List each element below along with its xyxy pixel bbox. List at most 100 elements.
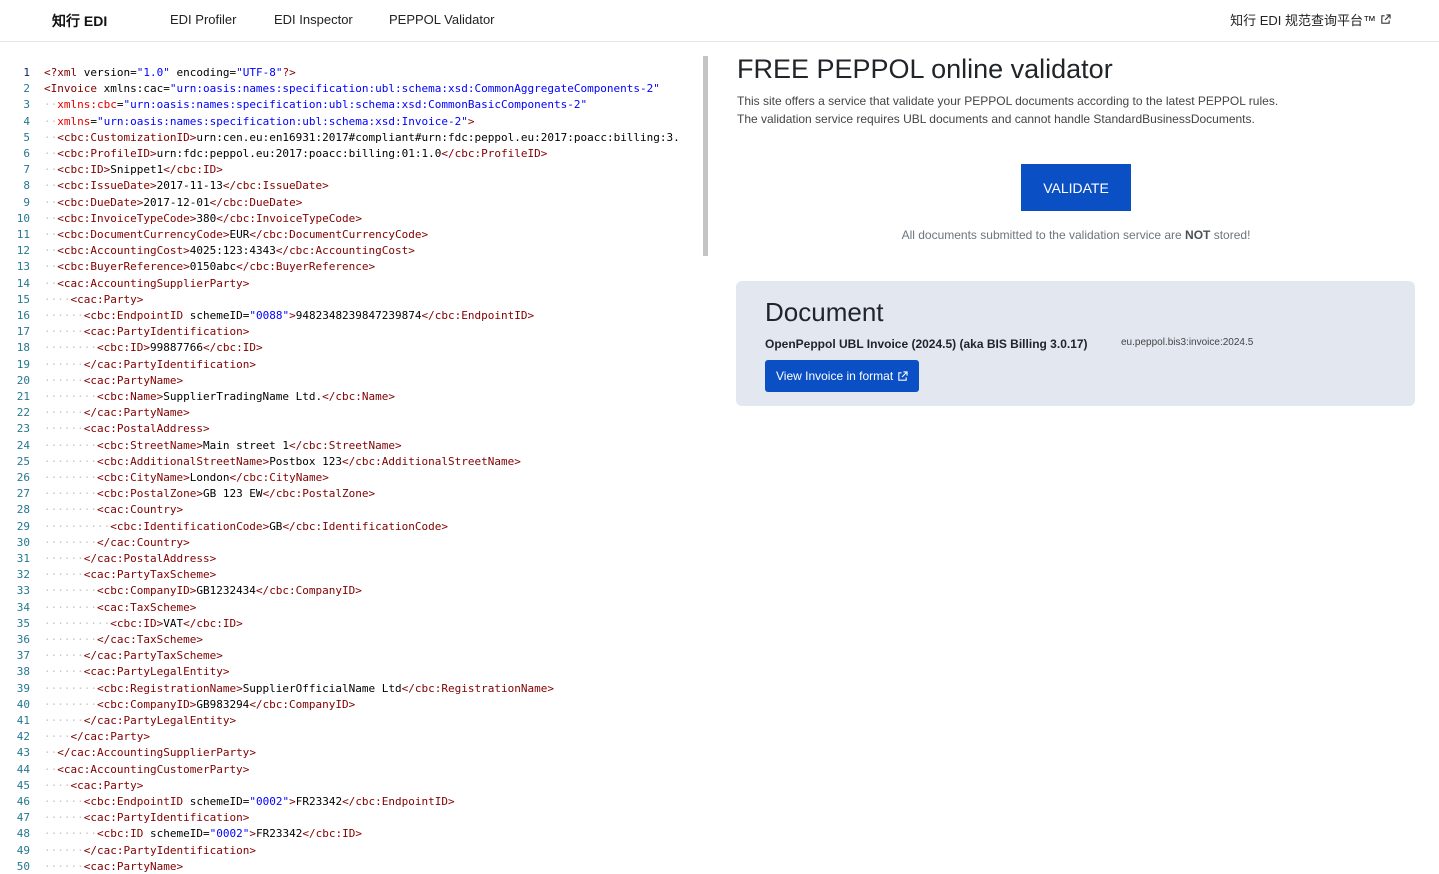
code-text: ··<cac:AccountingSupplierParty>: [44, 276, 250, 290]
notice-text-bold: NOT: [1185, 228, 1211, 242]
editor-scrollbar[interactable]: [703, 56, 708, 256]
code-line[interactable]: 48 ········<cbc:ID schemeID="0002">FR2334…: [0, 826, 708, 842]
top-navbar: 知行 EDI EDI Profiler EDI Inspector PEPPOL…: [0, 0, 1439, 42]
validate-button[interactable]: VALIDATE: [1021, 164, 1131, 211]
code-text: ··<cbc:DocumentCurrencyCode>EUR</cbc:Doc…: [44, 228, 429, 241]
code-line[interactable]: 30 ········</cac:Country>: [0, 535, 708, 551]
document-heading: Document: [765, 297, 884, 327]
code-line[interactable]: 2 <Invoice xmlns:cac="urn:oasis:names:spe…: [0, 81, 708, 97]
code-line[interactable]: 24 ········<cbc:StreetName>Main street 1<…: [0, 438, 708, 454]
code-line[interactable]: 45 ····<cac:Party>: [0, 778, 708, 794]
line-number: 30: [16, 535, 30, 549]
code-line[interactable]: 37 ······</cac:PartyTaxScheme>: [0, 648, 708, 664]
code-text: ······<cbc:EndpointID schemeID="0088">94…: [44, 309, 535, 322]
line-number: 3: [23, 98, 30, 112]
code-text: <?xml version="1.0" encoding="UTF-8"?>: [44, 66, 296, 79]
line-number: 5: [23, 130, 30, 144]
code-line[interactable]: 29 ··········<cbc:IdentificationCode>GB</…: [0, 519, 708, 535]
line-number: 13: [16, 260, 30, 274]
code-line[interactable]: 11 ··<cbc:DocumentCurrencyCode>EUR</cbc:D…: [0, 227, 708, 243]
code-line[interactable]: 25 ········<cbc:AdditionalStreetName>Post…: [0, 454, 708, 470]
code-line[interactable]: 10 ··<cbc:InvoiceTypeCode>380</cbc:Invoic…: [0, 211, 708, 227]
code-line[interactable]: 9 ··<cbc:DueDate>2017-12-01</cbc:DueDate>: [0, 195, 708, 211]
code-line[interactable]: 35 ··········<cbc:ID>VAT</cbc:ID>: [0, 616, 708, 632]
code-text: ········<cbc:AdditionalStreetName>Postbo…: [44, 454, 521, 468]
code-line[interactable]: 31 ······</cac:PostalAddress>: [0, 551, 708, 567]
document-card: Document OpenPeppol UBL Invoice (2024.5)…: [736, 281, 1415, 406]
code-line[interactable]: 40 ········<cbc:CompanyID>GB983294</cbc:C…: [0, 697, 708, 713]
code-line[interactable]: 28 ········<cac:Country>: [0, 502, 708, 518]
code-line[interactable]: 3 ··xmlns:cbc="urn:oasis:names:specificat…: [0, 97, 708, 113]
line-number: 20: [16, 373, 30, 387]
code-line[interactable]: 43 ··</cac:AccountingSupplierParty>: [0, 745, 708, 761]
code-line[interactable]: 34 ········<cac:TaxScheme>: [0, 600, 708, 616]
code-line[interactable]: 18 ········<cbc:ID>99887766</cbc:ID>: [0, 340, 708, 356]
code-line[interactable]: 46 ······<cbc:EndpointID schemeID="0002">…: [0, 794, 708, 810]
code-text: ····<cac:Party>: [44, 292, 144, 306]
nav-link-edi-spec-platform[interactable]: 知行 EDI 规范查询平台™: [1230, 10, 1391, 29]
code-line[interactable]: 36 ········</cac:TaxScheme>: [0, 632, 708, 648]
code-text: ····<cac:Party>: [44, 778, 144, 792]
code-line[interactable]: 8 ··<cbc:IssueDate>2017-11-13</cbc:IssueD…: [0, 178, 708, 194]
code-line[interactable]: 20 ······<cac:PartyName>: [0, 373, 708, 389]
code-line[interactable]: 4 ··xmlns="urn:oasis:names:specification:…: [0, 114, 708, 130]
code-line[interactable]: 42 ····</cac:Party>: [0, 729, 708, 745]
code-line[interactable]: 16 ······<cbc:EndpointID schemeID="0088">…: [0, 308, 708, 324]
code-line[interactable]: 14 ··<cac:AccountingSupplierParty>: [0, 276, 708, 292]
code-text: ······</cac:PartyIdentification>: [44, 843, 256, 857]
code-line[interactable]: 27 ········<cbc:PostalZone>GB 123 EW</cbc…: [0, 486, 708, 502]
code-line[interactable]: 33 ········<cbc:CompanyID>GB1232434</cbc:…: [0, 583, 708, 599]
code-line[interactable]: 26 ········<cbc:CityName>London</cbc:City…: [0, 470, 708, 486]
code-line[interactable]: 13 ··<cbc:BuyerReference>0150abc</cbc:Buy…: [0, 259, 708, 275]
code-line[interactable]: 22 ······</cac:PartyName>: [0, 405, 708, 421]
code-text: ······<cac:PartyName>: [44, 373, 184, 387]
code-line[interactable]: 49 ······</cac:PartyIdentification>: [0, 843, 708, 859]
code-text: ··<cbc:InvoiceTypeCode>380</cbc:InvoiceT…: [44, 211, 362, 225]
code-text: ······</cac:PartyIdentification>: [44, 357, 256, 371]
code-line[interactable]: 5 ··<cbc:CustomizationID>urn:cen.eu:en169…: [0, 130, 708, 146]
code-line[interactable]: 7 ··<cbc:ID>Snippet1</cbc:ID>: [0, 162, 708, 178]
code-line[interactable]: 17 ······<cac:PartyIdentification>: [0, 324, 708, 340]
code-text: ··<cbc:IssueDate>2017-11-13</cbc:IssueDa…: [44, 179, 329, 193]
line-number: 27: [16, 487, 30, 501]
nav-link-edi-inspector[interactable]: EDI Inspector: [274, 12, 353, 27]
code-text: ··</cac:AccountingSupplierParty>: [44, 746, 256, 760]
code-line[interactable]: 38 ······<cac:PartyLegalEntity>: [0, 664, 708, 680]
code-line[interactable]: 23 ······<cac:PostalAddress>: [0, 421, 708, 437]
code-text: ········<cac:Country>: [44, 503, 184, 517]
xml-code-editor[interactable]: 1 <?xml version="1.0" encoding="UTF-8"?> 2…: [0, 64, 708, 874]
code-text: ··········<cbc:IdentificationCode>GB</cb…: [44, 519, 449, 533]
code-line[interactable]: 1 <?xml version="1.0" encoding="UTF-8"?>: [0, 65, 708, 81]
line-number: 44: [16, 762, 30, 776]
code-text: ········<cbc:PostalZone>GB 123 EW</cbc:P…: [44, 487, 376, 501]
line-number: 8: [23, 179, 30, 193]
line-number: 7: [23, 163, 30, 177]
nav-link-edi-profiler[interactable]: EDI Profiler: [170, 12, 236, 27]
line-number: 35: [16, 616, 30, 630]
code-line[interactable]: 47 ······<cac:PartyIdentification>: [0, 810, 708, 826]
line-number: 39: [16, 681, 30, 695]
code-line[interactable]: 15 ····<cac:Party>: [0, 292, 708, 308]
nav-link-peppol-validator[interactable]: PEPPOL Validator: [389, 12, 495, 27]
line-number: 48: [16, 827, 30, 841]
code-line[interactable]: 21 ········<cbc:Name>SupplierTradingName …: [0, 389, 708, 405]
code-line[interactable]: 6 ··<cbc:ProfileID>urn:fdc:peppol.eu:2017…: [0, 146, 708, 162]
code-line[interactable]: 39 ········<cbc:RegistrationName>Supplier…: [0, 681, 708, 697]
brand-logo[interactable]: 知行 EDI: [52, 11, 107, 31]
code-line[interactable]: 44 ··<cac:AccountingCustomerParty>: [0, 762, 708, 778]
code-line[interactable]: 32 ······<cac:PartyTaxScheme>: [0, 567, 708, 583]
line-number: 29: [16, 519, 30, 533]
code-line[interactable]: 50 ······<cac:PartyName>: [0, 859, 708, 874]
code-text: ··<cbc:CustomizationID>urn:cen.eu:en1693…: [44, 130, 680, 144]
code-line[interactable]: 41 ······</cac:PartyLegalEntity>: [0, 713, 708, 729]
code-line[interactable]: 19 ······</cac:PartyIdentification>: [0, 357, 708, 373]
nav-right-label: 知行 EDI 规范查询平台™: [1230, 13, 1376, 28]
code-text: ······<cbc:EndpointID schemeID="0002">FR…: [44, 795, 455, 808]
code-line[interactable]: 12 ··<cbc:AccountingCost>4025:123:4343</c…: [0, 243, 708, 259]
code-text: ········<cbc:Name>SupplierTradingName Lt…: [44, 390, 396, 403]
document-type: OpenPeppol UBL Invoice (2024.5) (aka BIS…: [765, 337, 1088, 351]
code-text: ········<cbc:StreetName>Main street 1</c…: [44, 438, 402, 452]
view-invoice-button[interactable]: View Invoice in format: [765, 360, 920, 392]
code-text: ········<cbc:CompanyID>GB983294</cbc:Com…: [44, 697, 356, 711]
description-line-1: This site offers a service that validate…: [737, 94, 1279, 108]
